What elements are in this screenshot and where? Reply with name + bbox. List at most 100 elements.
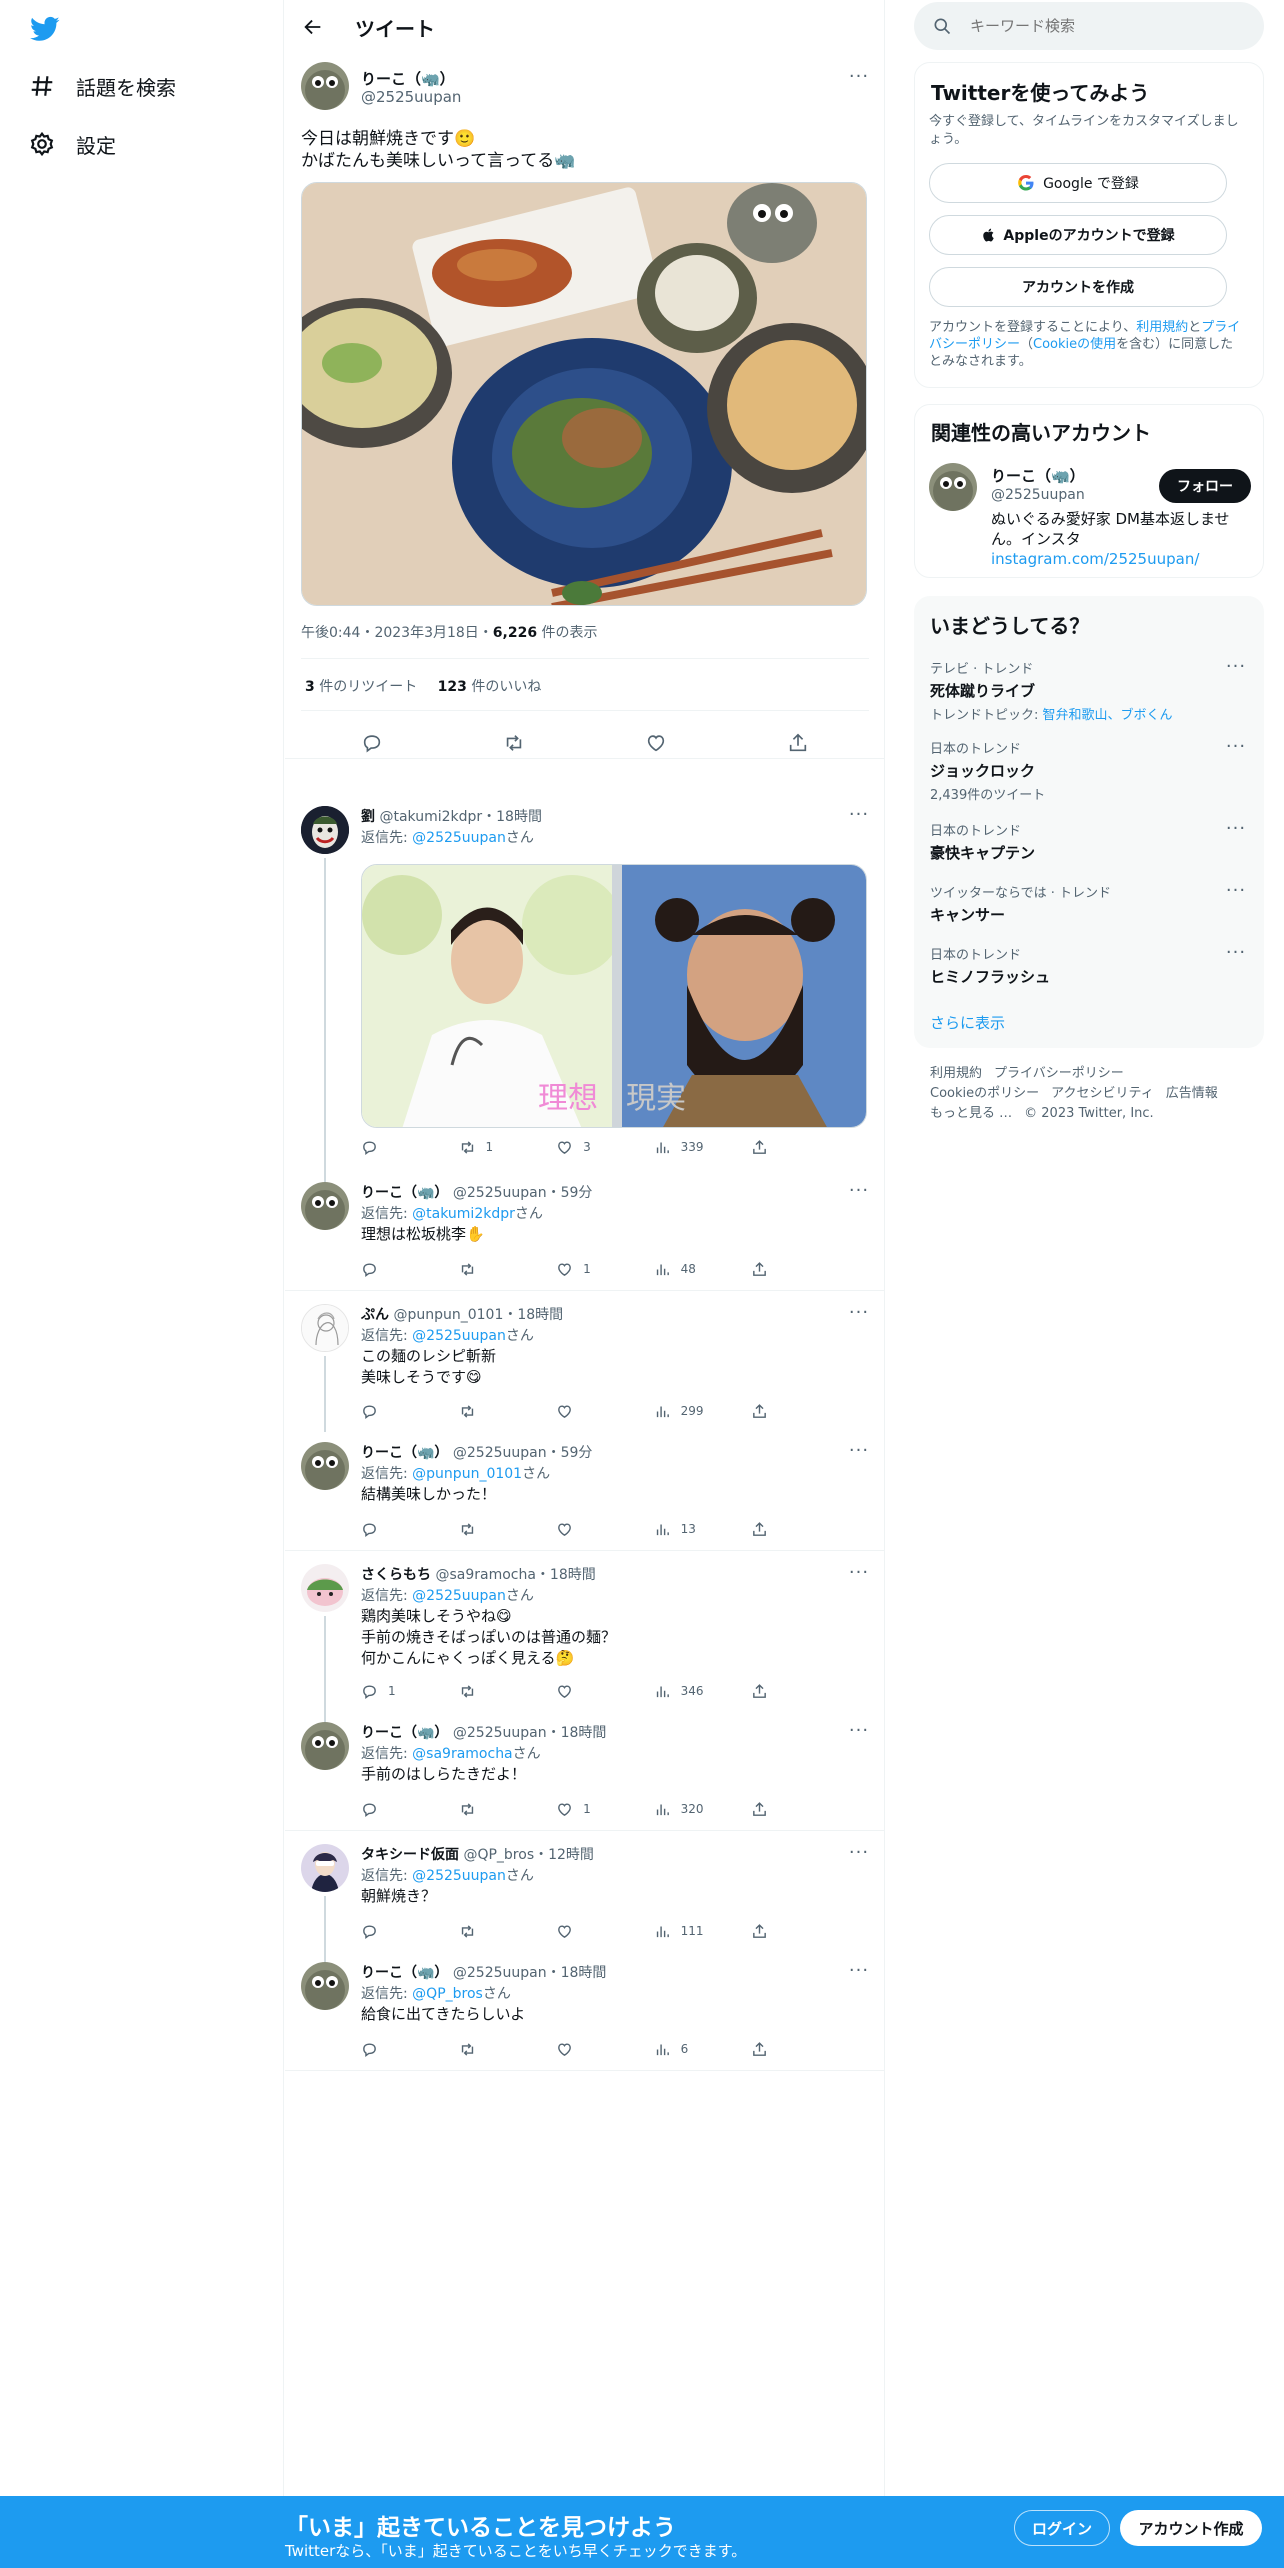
share-button[interactable] (751, 1683, 781, 1700)
views-button[interactable]: 320 (654, 1801, 752, 1818)
share-button[interactable] (751, 1521, 781, 1538)
trend-item[interactable]: 日本のトレンド ヒミノフラッシュ ··· (930, 942, 1246, 987)
reply-author-name[interactable]: 劉 (361, 809, 375, 825)
reply-author-name[interactable]: りーこ（🦏） (361, 1445, 448, 1461)
footer-accessibility[interactable]: アクセシビリティ (1051, 1086, 1154, 1101)
reply-author-name[interactable]: りーこ（🦏） (361, 1725, 448, 1741)
retweet-button[interactable] (459, 1683, 557, 1700)
like-button[interactable] (556, 1683, 654, 1700)
more-icon[interactable]: ··· (1226, 736, 1246, 757)
share-icon[interactable] (787, 732, 809, 758)
retweet-button[interactable]: 1 (459, 1139, 557, 1156)
author-handle[interactable]: @2525uupan (361, 88, 461, 106)
more-icon[interactable]: ··· (1226, 942, 1246, 963)
share-button[interactable] (751, 1261, 781, 1278)
share-button[interactable] (751, 2041, 781, 2058)
more-icon[interactable]: ··· (1226, 818, 1246, 839)
reply-author-meta[interactable]: @2525uupan・18時間 (448, 1725, 607, 1741)
reply-author-name[interactable]: タキシード仮面 (361, 1847, 459, 1863)
related-name[interactable]: りーこ（🦏） (991, 465, 1085, 486)
like-button[interactable] (556, 2041, 654, 2058)
reply-author-name[interactable]: りーこ（🦏） (361, 1185, 448, 1201)
signup-button[interactable]: アカウント作成 (1120, 2510, 1262, 2546)
reply-author-meta[interactable]: @punpun_0101・18時間 (389, 1307, 563, 1323)
avatar[interactable] (929, 463, 977, 511)
like-button[interactable]: 1 (556, 1801, 654, 1818)
views-button[interactable]: 48 (654, 1261, 752, 1278)
reply-to-link[interactable]: @punpun_0101 (412, 1466, 522, 1482)
views-button[interactable]: 111 (654, 1923, 752, 1940)
apple-signup-button[interactable]: Appleのアカウントで登録 (929, 215, 1227, 255)
footer-terms[interactable]: 利用規約 (930, 1066, 982, 1081)
reply-author-meta[interactable]: @QP_bros・12時間 (459, 1847, 593, 1863)
search-input[interactable] (970, 17, 1230, 35)
reply-author-name[interactable]: さくらもち (361, 1567, 431, 1583)
reply-button[interactable] (361, 1521, 459, 1538)
reply-author-name[interactable]: りーこ（🦏） (361, 1965, 448, 1981)
reply-icon[interactable] (361, 732, 383, 758)
avatar[interactable] (301, 1304, 349, 1352)
reply-photo[interactable]: 理想 現実 (361, 864, 867, 1128)
views-button[interactable]: 299 (654, 1403, 752, 1420)
reply-to-link[interactable]: @sa9ramocha (412, 1746, 512, 1762)
reply-button[interactable] (361, 1801, 459, 1818)
like-button[interactable]: 1 (556, 1261, 654, 1278)
more-icon[interactable]: ··· (1226, 880, 1246, 901)
share-button[interactable] (751, 1923, 781, 1940)
retweet-button[interactable] (459, 1521, 557, 1538)
related-handle[interactable]: @2525uupan (991, 487, 1085, 503)
avatar[interactable] (301, 806, 349, 854)
tweet-time[interactable]: 午後0:44・2023年3月18日・ (301, 625, 493, 641)
avatar[interactable] (301, 1442, 349, 1490)
avatar[interactable] (301, 1844, 349, 1892)
reply-author-meta[interactable]: @sa9ramocha・18時間 (431, 1567, 595, 1583)
reply-to-link[interactable]: @2525uupan (412, 1328, 506, 1344)
google-signup-button[interactable]: Google で登録 (929, 163, 1227, 203)
like-button[interactable] (556, 1403, 654, 1420)
reply-to-link[interactable]: @2525uupan (412, 1588, 506, 1604)
reply-button[interactable] (361, 2041, 459, 2058)
views-button[interactable]: 339 (654, 1139, 752, 1156)
nav-explore[interactable]: 話題を検索 (28, 66, 176, 106)
avatar[interactable] (301, 1722, 349, 1770)
author-name[interactable]: りーこ（🦏） (361, 68, 455, 89)
reply-to-link[interactable]: @QP_bros (412, 1986, 483, 2002)
reply-button[interactable] (361, 1923, 459, 1940)
more-icon[interactable]: ··· (849, 66, 869, 87)
retweet-button[interactable] (459, 1261, 557, 1278)
retweet-button[interactable] (459, 1923, 557, 1940)
more-icon[interactable]: ··· (849, 804, 869, 825)
reply-button[interactable] (361, 1139, 459, 1156)
reply-button[interactable]: 1 (361, 1683, 459, 1700)
trend-item[interactable]: テレビ · トレンド 死体蹴りライブ トレンドトピック: 智弁和歌山、ブボくん … (930, 656, 1246, 724)
reply-button[interactable] (361, 1403, 459, 1420)
reply-to-link[interactable]: @takumi2kdpr (412, 1206, 515, 1222)
footer-more[interactable]: もっと見る … (930, 1106, 1012, 1121)
footer-privacy[interactable]: プライバシーポリシー (994, 1066, 1124, 1081)
bio-link[interactable]: instagram.com/2525uupan/ (991, 550, 1199, 568)
more-icon[interactable]: ··· (849, 1960, 869, 1981)
like-button[interactable]: 3 (556, 1139, 654, 1156)
follow-button[interactable]: フォロー (1159, 469, 1251, 503)
like-button[interactable] (556, 1521, 654, 1538)
share-button[interactable] (751, 1801, 781, 1818)
views-button[interactable]: 346 (654, 1683, 752, 1700)
login-button[interactable]: ログイン (1014, 2510, 1110, 2546)
cookie-link[interactable]: Cookieの使用 (1033, 337, 1116, 352)
share-button[interactable] (751, 1139, 781, 1156)
trend-item[interactable]: 日本のトレンド 豪快キャプテン ··· (930, 818, 1246, 863)
trend-item[interactable]: ツイッターならでは · トレンド キャンサー ··· (930, 880, 1246, 925)
create-account-button[interactable]: アカウントを作成 (929, 267, 1227, 307)
more-icon[interactable]: ··· (849, 1720, 869, 1741)
more-icon[interactable]: ··· (849, 1562, 869, 1583)
more-icon[interactable]: ··· (849, 1302, 869, 1323)
reply-button[interactable] (361, 1261, 459, 1278)
retweet-stat[interactable]: 3 件のリツイート (305, 679, 417, 695)
footer-ads[interactable]: 広告情報 (1166, 1086, 1218, 1101)
trend-topic-link[interactable]: 智弁和歌山、ブボくん (1043, 708, 1173, 723)
more-icon[interactable]: ··· (1226, 656, 1246, 677)
retweet-button[interactable] (459, 1403, 557, 1420)
more-icon[interactable]: ··· (849, 1440, 869, 1461)
like-icon[interactable] (645, 732, 667, 758)
reply-author-meta[interactable]: @2525uupan・18時間 (448, 1965, 607, 1981)
